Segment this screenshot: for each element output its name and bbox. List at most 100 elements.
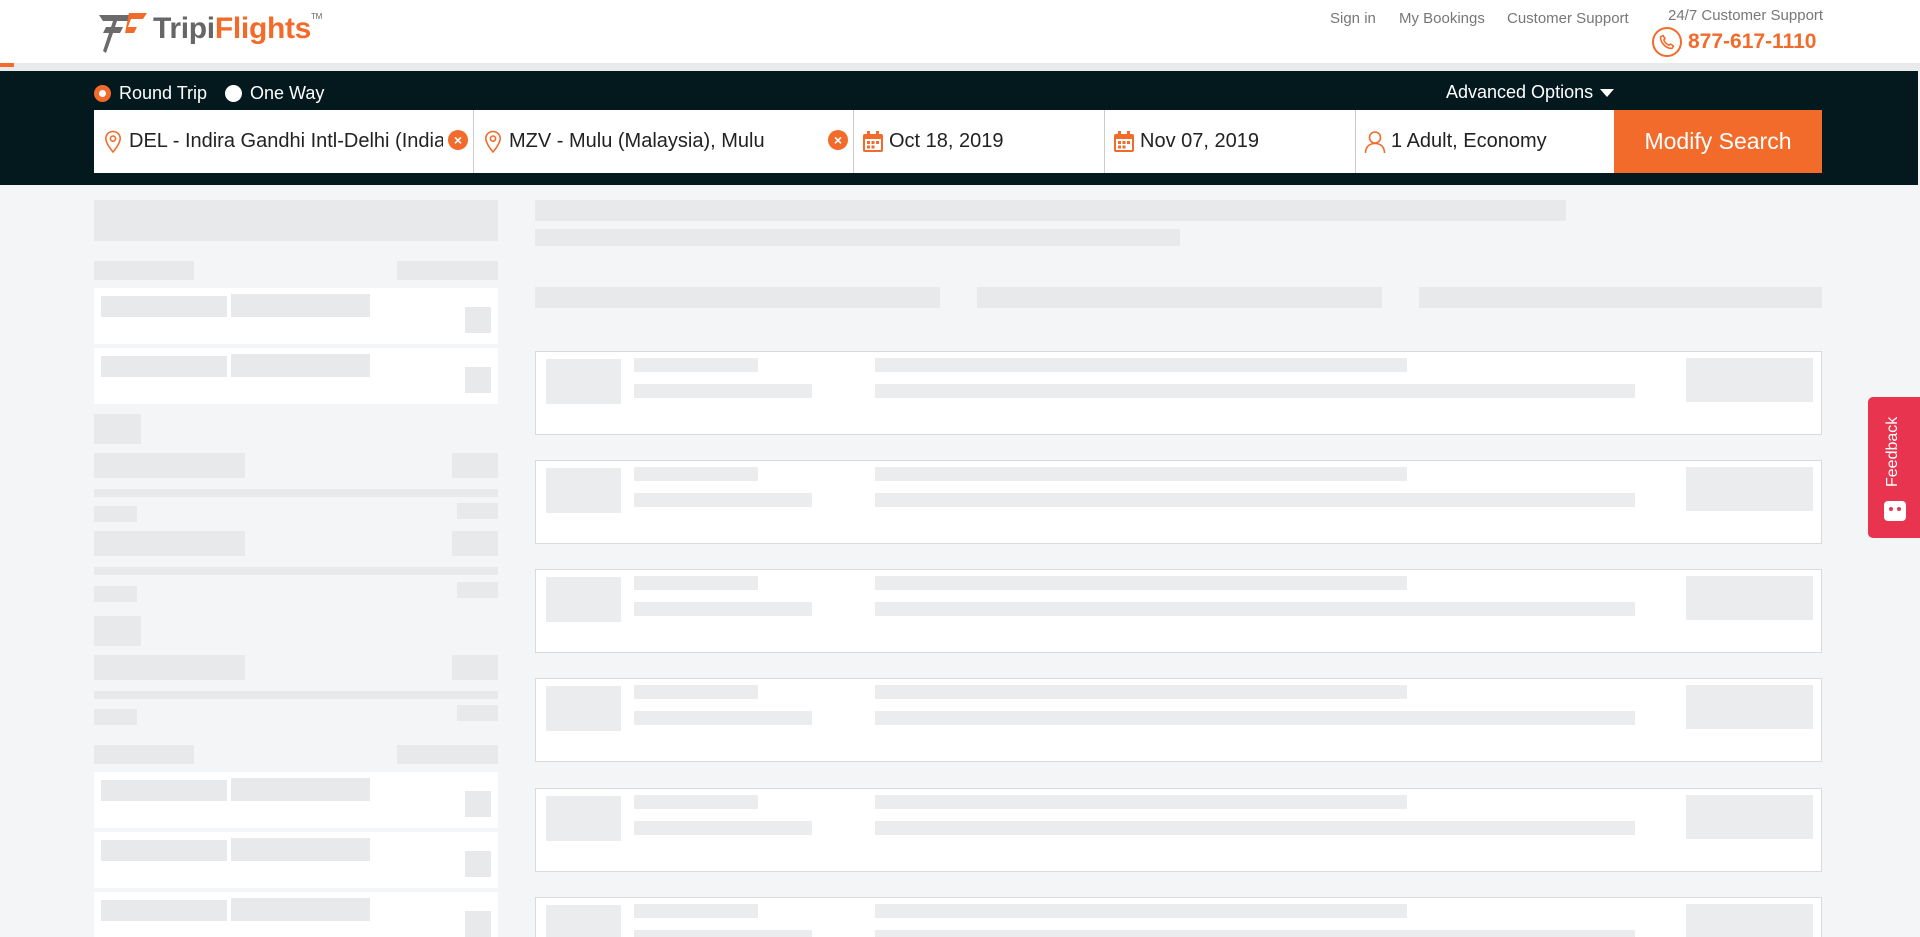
skeleton-block xyxy=(231,898,370,921)
skeleton-block xyxy=(875,685,1407,699)
skeleton-tab xyxy=(535,287,940,308)
skeleton-block xyxy=(546,577,621,622)
skeleton-block xyxy=(634,493,812,507)
origin-value[interactable]: DEL - Indira Gandhi Intl-Delhi (India) xyxy=(129,130,443,153)
skeleton-block xyxy=(875,930,1635,937)
skeleton-block xyxy=(634,821,812,835)
skeleton-block xyxy=(546,796,621,841)
destination-value[interactable]: MZV - Mulu (Malaysia), Mulu xyxy=(509,130,809,153)
skeleton-block xyxy=(457,582,498,598)
modify-search-button[interactable]: Modify Search xyxy=(1614,110,1822,173)
sign-in-link[interactable]: Sign in xyxy=(1330,10,1376,27)
skeleton-block xyxy=(546,905,621,937)
skeleton-result-card xyxy=(535,569,1822,653)
skeleton-block xyxy=(457,503,498,519)
skeleton-block xyxy=(465,911,491,937)
my-bookings-link[interactable]: My Bookings xyxy=(1399,10,1485,27)
skeleton-block xyxy=(465,367,491,393)
skeleton-block xyxy=(634,602,812,616)
skeleton-block xyxy=(1686,795,1813,839)
skeleton-block xyxy=(101,900,227,921)
skeleton-result-card xyxy=(535,351,1822,435)
skeleton-block xyxy=(101,356,227,377)
brand-logo[interactable]: TripiFlightsTM xyxy=(93,7,322,57)
depart-date-value[interactable]: Oct 18, 2019 xyxy=(889,130,1004,153)
skeleton-block xyxy=(231,354,370,377)
skeleton-block xyxy=(94,531,245,556)
skeleton-block xyxy=(94,506,137,522)
skeleton-block xyxy=(546,686,621,731)
feedback-label: Feedback xyxy=(1884,416,1901,487)
destination-field[interactable]: MZV - Mulu (Malaysia), Mulu × xyxy=(474,110,854,173)
skeleton-block xyxy=(634,384,812,398)
skeleton-block xyxy=(94,414,141,444)
skeleton-block xyxy=(94,261,194,280)
skeleton-result-card xyxy=(535,788,1822,872)
one-way-label: One Way xyxy=(250,83,325,103)
skeleton-block xyxy=(231,838,370,861)
skeleton-result-card xyxy=(535,678,1822,762)
origin-field[interactable]: DEL - Indira Gandhi Intl-Delhi (India) × xyxy=(94,110,474,173)
skeleton-slider xyxy=(94,567,498,575)
one-way-radio[interactable]: One Way xyxy=(225,83,324,104)
skeleton-block xyxy=(457,705,498,721)
skeleton-block xyxy=(1686,904,1813,937)
radio-unchecked-icon xyxy=(225,85,242,102)
return-date-value[interactable]: Nov 07, 2019 xyxy=(1140,130,1259,153)
advanced-options-label: Advanced Options xyxy=(1446,82,1594,102)
skeleton-block xyxy=(875,467,1407,481)
smiley-chat-icon xyxy=(1884,501,1906,521)
skeleton-block xyxy=(634,358,758,372)
skeleton-block xyxy=(875,384,1635,398)
advanced-options-toggle[interactable]: Advanced Options xyxy=(1446,82,1615,103)
skeleton-block xyxy=(101,780,227,801)
skeleton-block xyxy=(875,358,1407,372)
skeleton-block xyxy=(94,586,137,602)
skeleton-block xyxy=(465,307,491,333)
location-pin-icon xyxy=(482,129,504,155)
skeleton-block xyxy=(94,655,245,680)
customer-support-link[interactable]: Customer Support xyxy=(1507,10,1629,27)
return-date-field[interactable]: Nov 07, 2019 xyxy=(1105,110,1356,173)
location-pin-icon xyxy=(102,129,124,155)
site-header: TripiFlightsTM Sign in My Bookings Custo… xyxy=(0,0,1920,71)
skeleton-block xyxy=(875,821,1635,835)
skeleton-block xyxy=(535,200,1566,221)
depart-date-field[interactable]: Oct 18, 2019 xyxy=(854,110,1105,173)
person-icon xyxy=(1364,129,1386,155)
skeleton-block xyxy=(94,745,194,764)
skeleton-result-card xyxy=(535,897,1822,937)
skeleton-block xyxy=(465,791,491,817)
skeleton-block xyxy=(634,576,758,590)
skeleton-block xyxy=(397,261,498,280)
clear-origin-icon[interactable]: × xyxy=(448,130,468,150)
skeleton-block xyxy=(875,602,1635,616)
round-trip-radio[interactable]: Round Trip xyxy=(94,83,207,104)
skeleton-block xyxy=(546,359,621,404)
skeleton-block xyxy=(94,616,141,646)
brand-name: TripiFlightsTM xyxy=(153,12,323,45)
skeleton-block xyxy=(101,840,227,861)
travelers-field[interactable]: 1 Adult, Economy xyxy=(1356,110,1614,173)
skeleton-block xyxy=(634,467,758,481)
caret-down-icon xyxy=(1600,88,1615,97)
calendar-icon xyxy=(862,129,884,155)
skeleton-block xyxy=(1686,576,1813,620)
skeleton-block xyxy=(875,795,1407,809)
skeleton-block xyxy=(397,745,498,764)
skeleton-block xyxy=(546,468,621,513)
skeleton-block xyxy=(535,229,1180,246)
skeleton-block xyxy=(94,200,498,241)
travelers-value[interactable]: 1 Adult, Economy xyxy=(1391,130,1547,153)
skeleton-block xyxy=(875,711,1635,725)
feedback-tab[interactable]: Feedback xyxy=(1868,397,1920,538)
skeleton-result-card xyxy=(535,460,1822,544)
calendar-icon xyxy=(1113,129,1135,155)
clear-destination-icon[interactable]: × xyxy=(828,130,848,150)
support-phone[interactable]: 877-617-1110 xyxy=(1652,27,1816,57)
round-trip-label: Round Trip xyxy=(119,83,208,103)
skeleton-block xyxy=(634,711,812,725)
skeleton-block xyxy=(465,851,491,877)
skeleton-block xyxy=(875,904,1407,918)
skeleton-block xyxy=(875,493,1635,507)
